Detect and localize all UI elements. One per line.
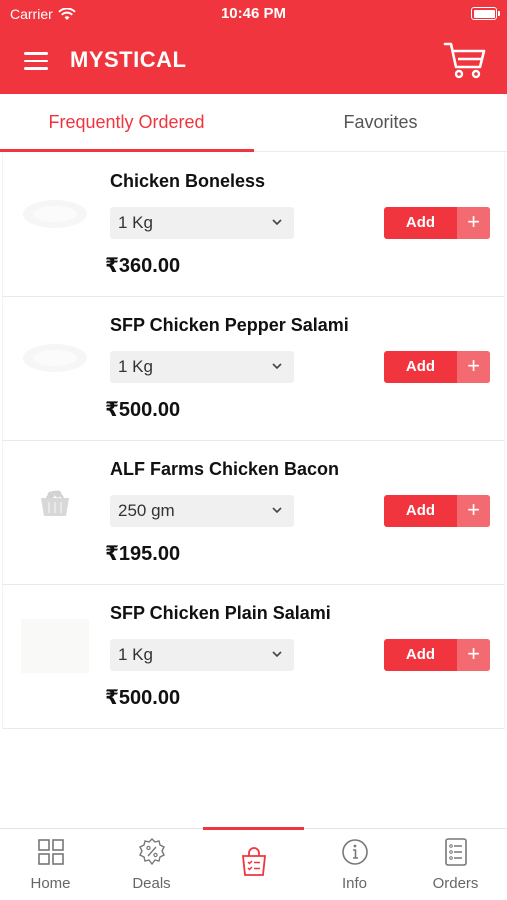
add-to-cart-button[interactable]: Add + — [384, 351, 490, 383]
plus-icon: + — [457, 351, 490, 383]
active-tab-indicator — [0, 149, 254, 152]
orders-list-icon — [444, 838, 467, 866]
weight-value: 1 Kg — [118, 357, 153, 376]
discount-badge-icon — [138, 838, 165, 866]
weight-select[interactable]: 250 gm — [110, 495, 294, 527]
plus-icon: + — [457, 639, 490, 671]
nav-label: Deals — [132, 875, 171, 892]
tab-frequently-ordered[interactable]: Frequently Ordered — [0, 94, 253, 152]
chevron-down-icon — [272, 651, 282, 658]
status-bar: Carrier 10:46 PM — [0, 0, 507, 28]
nav-label: Orders — [432, 875, 479, 892]
add-button-label: Add — [405, 214, 436, 231]
product-price: ₹500.00 — [105, 687, 181, 709]
product-image — [19, 327, 91, 389]
product-price: ₹195.00 — [105, 543, 181, 565]
status-time: 10:46 PM — [220, 5, 287, 22]
tab-favorites[interactable]: Favorites — [254, 94, 507, 152]
product-name: Chicken Boneless — [110, 171, 266, 191]
weight-value: 1 Kg — [118, 213, 153, 232]
shopping-bag-checklist-icon — [241, 847, 266, 876]
navbar: MYSTICAL — [0, 38, 507, 82]
product-image — [19, 183, 91, 245]
plus-icon: + — [457, 207, 490, 239]
nav-cart-active[interactable] — [203, 829, 304, 900]
add-to-cart-button[interactable]: Add + — [384, 639, 490, 671]
product-price: ₹360.00 — [105, 255, 181, 277]
chevron-down-icon — [272, 219, 282, 226]
basket-placeholder-icon — [19, 471, 91, 533]
weight-select[interactable]: 1 Kg — [110, 207, 294, 239]
grid-icon — [37, 839, 64, 865]
hamburger-menu-icon[interactable] — [24, 52, 48, 70]
add-to-cart-button[interactable]: Add + — [384, 495, 490, 527]
bottom-nav: Home Deals Info Orders — [0, 827, 507, 900]
plus-icon: + — [457, 495, 490, 527]
product-card: Chicken Boneless 1 Kg ₹360.00 Add + — [2, 153, 505, 297]
product-list: Chicken Boneless 1 Kg ₹360.00 Add + SFP … — [0, 153, 507, 729]
add-button-label: Add — [405, 502, 436, 519]
shopping-cart-icon[interactable] — [443, 40, 487, 80]
add-button-label: Add — [405, 646, 436, 663]
nav-home[interactable]: Home — [0, 829, 101, 900]
nav-info[interactable]: Info — [304, 829, 405, 900]
info-icon — [341, 839, 368, 865]
add-button-label: Add — [405, 358, 436, 375]
nav-orders[interactable]: Orders — [405, 829, 506, 900]
weight-select[interactable]: 1 Kg — [110, 351, 294, 383]
app-header: Carrier 10:46 PM MYSTICAL — [0, 0, 507, 94]
product-card: SFP Chicken Plain Salami 1 Kg ₹500.00 Ad… — [2, 585, 505, 729]
product-name: ALF Farms Chicken Bacon — [110, 459, 340, 479]
page-title: MYSTICAL — [70, 47, 187, 72]
tab-bar: Frequently Ordered Favorites — [0, 94, 507, 152]
nav-deals[interactable]: Deals — [101, 829, 202, 900]
product-name: SFP Chicken Plain Salami — [110, 603, 331, 623]
product-image — [19, 615, 91, 677]
product-card: ALF Farms Chicken Bacon 250 gm ₹195.00 A… — [2, 441, 505, 585]
chevron-down-icon — [272, 363, 282, 370]
product-name: SFP Chicken Pepper Salami — [110, 315, 349, 335]
nav-label: Home — [30, 875, 71, 892]
product-price: ₹500.00 — [105, 399, 181, 421]
chevron-down-icon — [272, 507, 282, 514]
weight-select[interactable]: 1 Kg — [110, 639, 294, 671]
weight-value: 1 Kg — [118, 645, 153, 664]
nav-label: Info — [341, 875, 368, 892]
add-to-cart-button[interactable]: Add + — [384, 207, 490, 239]
weight-value: 250 gm — [118, 501, 175, 520]
product-card: SFP Chicken Pepper Salami 1 Kg ₹500.00 A… — [2, 297, 505, 441]
battery-icon — [471, 7, 500, 20]
